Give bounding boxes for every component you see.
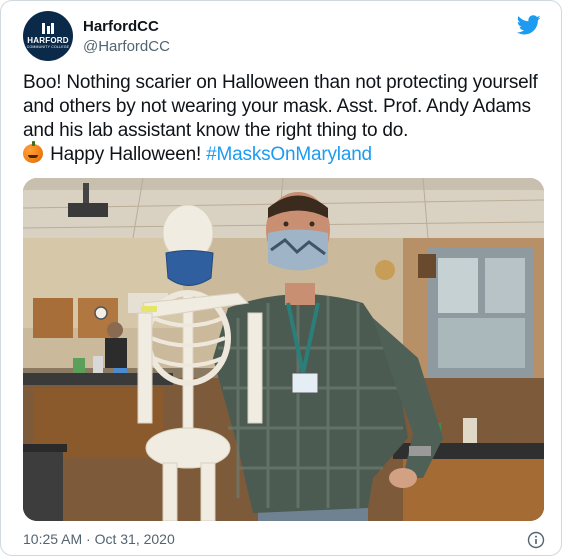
info-icon[interactable] [527, 531, 545, 549]
lab-scene-image [23, 178, 544, 521]
tweet-text: Boo! Nothing scarier on Halloween than n… [23, 71, 548, 167]
jack-o-lantern-icon [23, 141, 43, 163]
tweet-card: HARFORD COMMUNITY COLLEGE HarfordCC @Har… [0, 0, 562, 556]
tweet-photo[interactable] [23, 178, 544, 521]
tweet-timestamp[interactable]: 10:25 AM · Oct 31, 2020 [23, 531, 175, 547]
twitter-bird-icon[interactable] [517, 13, 541, 37]
user-handle[interactable]: @HarfordCC [83, 38, 170, 55]
hashtag-link[interactable]: #MasksOnMaryland [206, 144, 372, 165]
avatar-logo-text: HARFORD [27, 35, 69, 45]
display-name[interactable]: HarfordCC [83, 18, 159, 35]
avatar[interactable]: HARFORD COMMUNITY COLLEGE [23, 11, 73, 61]
tweet-header: HARFORD COMMUNITY COLLEGE HarfordCC @Har… [23, 9, 545, 61]
tweet-closing: Happy Halloween! [45, 144, 207, 165]
tweet-body: Boo! Nothing scarier on Halloween than n… [23, 72, 538, 141]
avatar-logo-subtext: COMMUNITY COLLEGE [26, 44, 70, 49]
college-logo-icon [42, 22, 54, 34]
